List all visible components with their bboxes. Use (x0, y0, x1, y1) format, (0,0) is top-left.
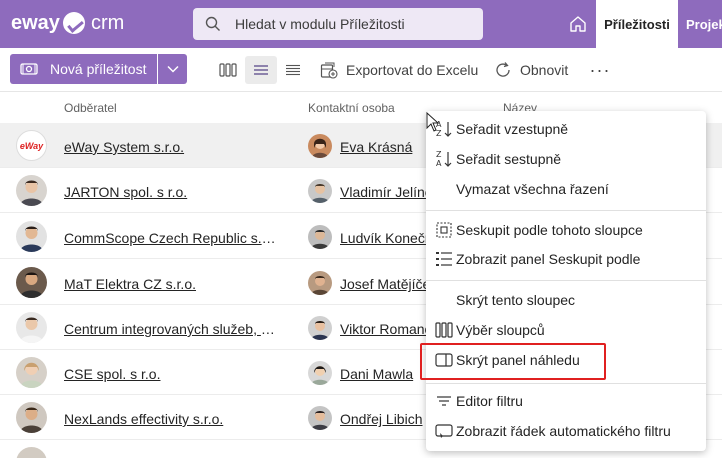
menu-item-label: Zobrazit řádek automatického filtru (456, 423, 671, 439)
home-button[interactable] (563, 8, 593, 40)
company-avatar (16, 447, 47, 458)
menu-item-sort-ascending[interactable]: AZ Seřadit vzestupně (426, 113, 706, 143)
menu-item-show-group-panel[interactable]: Zobrazit panel Seskupit podle (426, 243, 706, 273)
contact-link[interactable]: Dani Mawla (340, 366, 428, 382)
contact-avatar (308, 225, 332, 249)
column-header-customer[interactable]: Odběratel (64, 101, 117, 115)
company-avatar (16, 357, 47, 388)
search-placeholder: Hledat v modulu Příležitosti (235, 16, 405, 32)
contact-avatar (308, 271, 332, 295)
menu-item-label: Zobrazit panel Seskupit podle (456, 251, 641, 267)
company-logo: eWay (16, 130, 47, 161)
company-avatar (16, 221, 47, 252)
company-link[interactable]: eWay System s.r.o. (64, 139, 279, 155)
menu-item-label: Seřadit sestupně (456, 151, 562, 167)
company-link[interactable]: CSE spol. s r.o. (64, 366, 279, 382)
menu-item-label: Vymazat všechna řazení (456, 181, 609, 197)
list-view-icon (254, 65, 268, 75)
company-link[interactable]: MaT Elektra CZ s.r.o. (64, 276, 279, 292)
mouse-cursor-icon (426, 112, 440, 132)
module-search[interactable]: Hledat v modulu Příležitosti (193, 8, 483, 40)
list-view-button[interactable] (245, 56, 277, 84)
toolbar: Nová příležitost Exportovat do Excelu Ob… (0, 48, 722, 92)
new-opportunity-icon (20, 63, 38, 75)
contact-link[interactable]: Eva Krásná (340, 139, 428, 155)
auto-filter-row-icon (435, 424, 453, 438)
menu-item-clear-sorting[interactable]: Vymazat všechna řazení (426, 173, 706, 203)
company-avatar (16, 267, 47, 298)
menu-item-label: Výběr sloupců (456, 322, 545, 338)
menu-separator (426, 280, 706, 281)
highlight-annotation (420, 343, 606, 380)
contact-avatar (308, 134, 332, 158)
contact-link[interactable]: Viktor Romanov (340, 321, 428, 337)
export-excel-button[interactable]: Exportovat do Excelu (320, 56, 478, 84)
column-header-contact[interactable]: Kontaktní osoba (308, 101, 395, 115)
menu-item-label: Seřadit vzestupně (456, 121, 569, 137)
export-excel-icon (320, 62, 338, 79)
new-opportunity-dropdown[interactable] (158, 54, 187, 84)
company-logo-text: eWay (19, 140, 44, 151)
eway-logo[interactable]: eway crm (11, 10, 124, 36)
export-excel-label: Exportovat do Excelu (346, 62, 479, 78)
tab-projekty[interactable]: Projek (678, 0, 722, 48)
company-link[interactable]: CommScope Czech Republic s.r.o. (64, 230, 279, 246)
home-icon (570, 16, 586, 32)
menu-item-column-chooser[interactable]: Výběr sloupců (426, 314, 706, 344)
menu-item-group-by-column[interactable]: Seskupit podle tohoto sloupce (426, 214, 706, 244)
contact-link[interactable]: Ludvík Konečný (340, 230, 428, 246)
refresh-icon (496, 62, 510, 77)
contact-avatar (308, 361, 332, 385)
menu-item-label: Editor filtru (456, 393, 523, 409)
menu-item-label: Skrýt tento sloupec (456, 292, 576, 308)
columns-view-icon (219, 63, 237, 77)
filter-editor-icon (437, 396, 451, 406)
company-link[interactable]: NexLands effectivity s.r.o. (64, 411, 279, 427)
contact-avatar (308, 406, 332, 430)
svg-text:A: A (436, 159, 442, 168)
columns-view-button[interactable] (212, 56, 244, 84)
column-chooser-icon (435, 322, 453, 338)
logo-mark-icon (62, 12, 85, 34)
sort-descending-icon: ZA (436, 150, 452, 168)
company-link[interactable]: Centrum integrovaných služeb, s.r.o. (64, 321, 279, 337)
contact-link[interactable]: Ondřej Libich (340, 411, 428, 427)
menu-item-auto-filter-row[interactable]: Zobrazit řádek automatického filtru (426, 415, 706, 445)
contact-link[interactable]: Vladimír Jelínek (340, 184, 428, 200)
menu-item-hide-column[interactable]: Skrýt tento sloupec (426, 284, 706, 314)
column-context-menu: AZ Seřadit vzestupně ZA Seřadit sestupně… (426, 111, 706, 451)
refresh-button[interactable]: Obnovit (494, 56, 568, 84)
menu-item-label: Seskupit podle tohoto sloupce (456, 222, 643, 238)
company-avatar (16, 402, 47, 433)
company-link[interactable]: JARTON spol. s r.o. (64, 184, 279, 200)
menu-item-filter-editor[interactable]: Editor filtru (426, 385, 706, 415)
new-opportunity-label: Nová příležitost (50, 61, 147, 77)
company-avatar (16, 312, 47, 343)
refresh-label: Obnovit (520, 62, 569, 78)
search-icon (205, 16, 220, 31)
group-by-column-icon (436, 222, 452, 238)
tab-prilezitosti[interactable]: Příležitosti (596, 0, 678, 48)
compact-list-icon (286, 64, 300, 76)
group-panel-icon (436, 252, 452, 266)
svg-text:Z: Z (436, 150, 442, 159)
logo-text-left: eway (11, 11, 60, 34)
contact-avatar (308, 179, 332, 203)
company-avatar (16, 175, 47, 206)
menu-item-sort-descending[interactable]: ZA Seřadit sestupně (426, 143, 706, 173)
top-bar: eway crm Hledat v modulu Příležitosti Př… (0, 0, 722, 48)
chevron-down-icon (166, 65, 179, 73)
new-opportunity-button[interactable]: Nová příležitost (10, 54, 157, 84)
contact-avatar (308, 316, 332, 340)
menu-separator (426, 210, 706, 211)
more-options-button[interactable]: ··· (588, 56, 612, 84)
compact-list-view-button[interactable] (277, 56, 309, 84)
menu-separator (426, 383, 706, 384)
contact-link[interactable]: Josef Matějíček (340, 276, 428, 292)
logo-text-right: crm (90, 11, 125, 34)
